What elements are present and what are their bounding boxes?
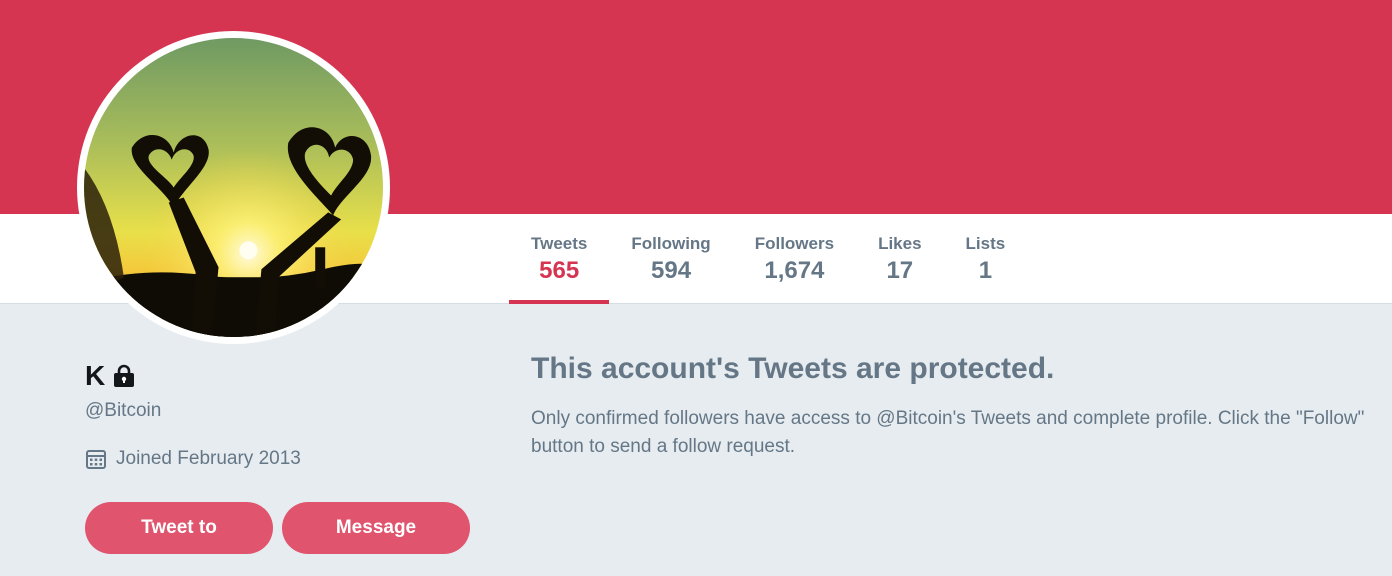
stat-value: 17: [886, 257, 914, 284]
stat-value: 594: [651, 257, 692, 284]
profile-card: K @Bitcoin Joined February 2013 Tweet to…: [85, 360, 485, 554]
avatar-image: [84, 38, 383, 337]
protected-notice: This account's Tweets are protected. Onl…: [531, 352, 1381, 461]
stat-label: Lists: [965, 234, 1006, 253]
stat-label: Followers: [754, 234, 835, 253]
tweet-to-button[interactable]: Tweet to: [85, 502, 273, 554]
avatar[interactable]: [77, 31, 390, 344]
stat-label: Tweets: [531, 234, 588, 253]
profile-handle[interactable]: @Bitcoin: [85, 400, 485, 422]
joined-row: Joined February 2013: [85, 448, 485, 470]
profile-actions: Tweet to Message: [85, 502, 485, 554]
protected-text: Only confirmed followers have access to …: [531, 408, 1365, 457]
stat-followers[interactable]: Followers 1,674: [733, 214, 856, 304]
stat-value: 1,674: [764, 257, 825, 284]
protected-title: This account's Tweets are protected.: [531, 352, 1055, 385]
stat-tweets[interactable]: Tweets 565: [509, 214, 610, 304]
stat-lists[interactable]: Lists 1: [944, 214, 1028, 304]
profile-stats: Tweets 565 Following 594 Followers 1,674…: [509, 214, 1027, 304]
stat-label: Likes: [878, 234, 922, 253]
stat-likes[interactable]: Likes 17: [856, 214, 943, 304]
message-button[interactable]: Message: [282, 502, 470, 554]
stat-following[interactable]: Following 594: [609, 214, 732, 304]
stat-label: Following: [631, 234, 711, 253]
joined-date: Joined February 2013: [116, 448, 301, 469]
stat-value: 1: [978, 257, 993, 284]
profile-name[interactable]: K: [85, 360, 105, 392]
stat-value: 565: [539, 257, 580, 284]
profile-page: Tweets 565 Following 594 Followers 1,674…: [0, 0, 1392, 576]
lock-icon: [114, 364, 135, 387]
calendar-icon: [86, 450, 106, 469]
name-row: K: [85, 360, 485, 392]
